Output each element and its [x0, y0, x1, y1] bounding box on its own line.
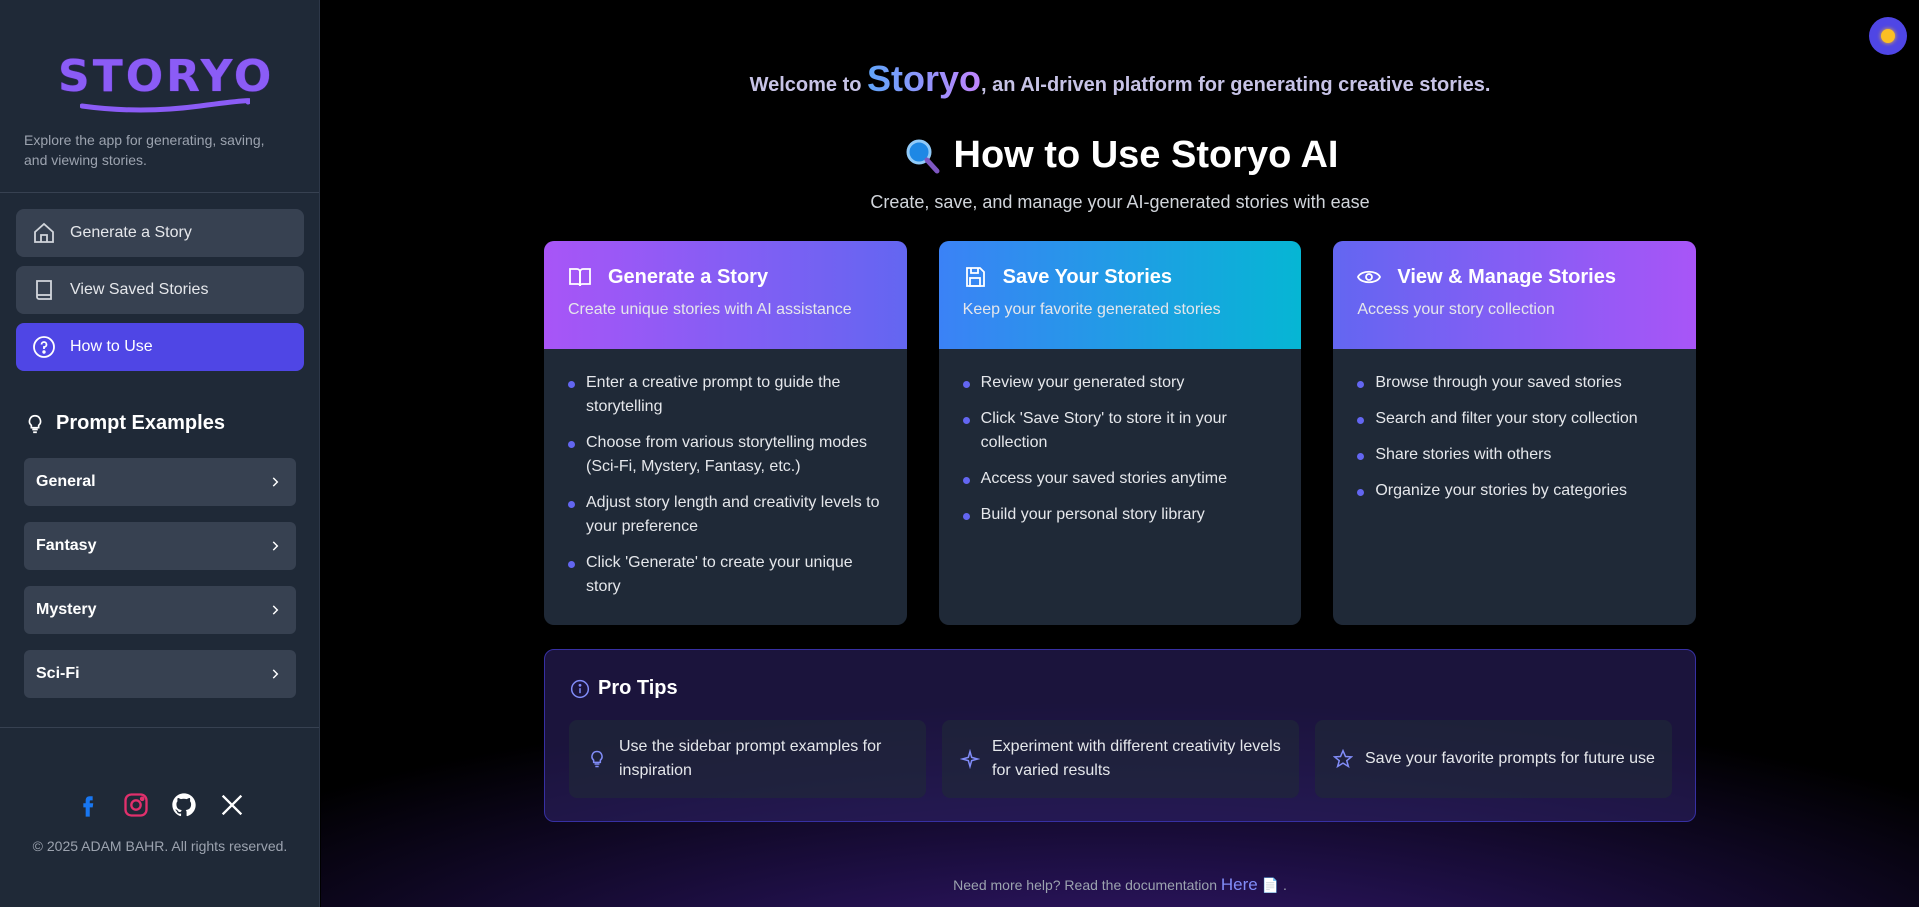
- home-icon: [34, 222, 54, 243]
- list-item: Browse through your saved stories: [1357, 371, 1672, 395]
- nav-generate-story[interactable]: Generate a Story: [16, 209, 304, 257]
- prompt-examples-title: Prompt Examples: [24, 412, 225, 435]
- chevron-right-icon: [272, 605, 279, 615]
- logo-area: STORYO Explore the app for generating, s…: [0, 0, 319, 170]
- lightbulb-icon: [591, 750, 603, 768]
- star-icon: [1333, 749, 1353, 769]
- chevron-right-icon: [272, 541, 279, 551]
- card-subtitle: Create unique stories with AI assistance: [568, 301, 852, 318]
- card-steps: Review your generated story Click 'Save …: [939, 349, 1302, 527]
- document-icon: 📄: [1261, 877, 1280, 893]
- prompt-example-label: Sci-Fi: [36, 665, 80, 682]
- nav-how-to-use[interactable]: How to Use: [16, 323, 304, 371]
- x-icon[interactable]: [218, 791, 246, 819]
- eye-icon: [1357, 270, 1382, 284]
- tip-card: Save your favorite prompts for future us…: [1315, 720, 1672, 798]
- chevron-right-icon: [272, 669, 279, 679]
- prompt-examples-label: Prompt Examples: [56, 412, 225, 434]
- nav-view-saved-stories[interactable]: View Saved Stories: [16, 266, 304, 314]
- list-item: Access your saved stories anytime: [962, 467, 1278, 491]
- pro-tips-label: Pro Tips: [598, 677, 678, 699]
- nav-label: View Saved Stories: [70, 281, 209, 298]
- nav-label: Generate a Story: [70, 224, 192, 241]
- list-item: Build your personal story library: [962, 503, 1278, 527]
- prompt-example-general[interactable]: General: [24, 458, 296, 506]
- list-item: Review your generated story: [962, 371, 1278, 395]
- open-book-icon: [569, 268, 591, 287]
- pro-tips: Pro Tips Use the sidebar prompt examples…: [544, 649, 1696, 822]
- magnifier-icon: [906, 139, 940, 173]
- card-steps: Browse through your saved stories Search…: [1333, 349, 1696, 503]
- github-icon[interactable]: [170, 791, 198, 819]
- prompt-example-label: Mystery: [36, 601, 97, 618]
- prompt-example-fantasy[interactable]: Fantasy: [24, 522, 296, 570]
- tip-text: Experiment with different creativity lev…: [992, 738, 1281, 779]
- list-item: Organize your stories by categories: [1357, 479, 1672, 503]
- prompt-example-label: Fantasy: [36, 537, 97, 554]
- save-icon: [965, 267, 985, 287]
- list-item: Click 'Save Story' to store it in your c…: [962, 407, 1278, 455]
- sidebar-tagline: Explore the app for generating, saving, …: [24, 132, 265, 168]
- card-header: View & Manage Stories Access your story …: [1333, 241, 1697, 349]
- card-title: View & Manage Stories: [1397, 265, 1616, 288]
- welcome-banner: Welcome to Storyo, an AI-driven platform…: [321, 58, 1919, 100]
- howto-cards: Generate a Story Create unique stories w…: [544, 241, 1697, 625]
- pro-tips-title: Pro Tips: [570, 677, 678, 700]
- card-subtitle: Access your story collection: [1357, 301, 1555, 318]
- card-header: Save Your Stories Keep your favorite gen…: [938, 241, 1302, 349]
- tip-card: Use the sidebar prompt examples for insp…: [569, 720, 926, 798]
- list-item: Share stories with others: [1357, 443, 1672, 467]
- card-steps: Enter a creative prompt to guide the sto…: [544, 349, 907, 599]
- list-item: Enter a creative prompt to guide the sto…: [568, 371, 883, 419]
- help-circle-icon: [33, 336, 55, 358]
- sidebar-divider: [0, 727, 319, 728]
- card-title: Generate a Story: [608, 265, 769, 288]
- prompt-example-mystery[interactable]: Mystery: [24, 586, 296, 634]
- sidebar-nav: Generate a Story View Saved Stories How …: [16, 209, 304, 380]
- page-title-text: How to Use Storyo AI: [953, 134, 1339, 176]
- instagram-icon[interactable]: [122, 791, 150, 819]
- page-title: How to Use Storyo AI: [321, 134, 1919, 177]
- footer-help: Need more help? Read the documentation H…: [321, 875, 1919, 895]
- book-icon: [36, 280, 52, 300]
- chevron-right-icon: [272, 477, 279, 487]
- sparkle-icon: [960, 749, 980, 769]
- list-item: Choose from various storytelling modes (…: [568, 431, 883, 479]
- info-icon: [570, 679, 590, 698]
- tip-text: Use the sidebar prompt examples for insp…: [619, 738, 882, 779]
- welcome-suffix: , an AI-driven platform for generating c…: [981, 74, 1491, 96]
- prompt-example-sci-fi[interactable]: Sci-Fi: [24, 650, 296, 698]
- list-item: Click 'Generate' to create your unique s…: [568, 551, 883, 599]
- theme-toggle-button[interactable]: [1869, 17, 1907, 55]
- copyright: © 2025 ADAM BAHR. All rights reserved.: [32, 838, 288, 854]
- welcome-brand: Storyo: [867, 58, 982, 99]
- documentation-link[interactable]: Here: [1221, 875, 1258, 894]
- card-title: Save Your Stories: [1002, 265, 1173, 288]
- social-links: [0, 791, 320, 819]
- list-item: Adjust story length and creativity level…: [568, 491, 883, 539]
- card-subtitle: Keep your favorite generated stories: [962, 301, 1221, 318]
- card-generate-story: Generate a Story Create unique stories w…: [544, 241, 907, 625]
- facebook-icon[interactable]: [74, 791, 102, 819]
- prompt-example-label: General: [36, 473, 96, 490]
- help-text: Need more help? Read the documentation: [953, 877, 1217, 893]
- logo[interactable]: STORYO: [58, 52, 295, 102]
- sidebar: STORYO Explore the app for generating, s…: [0, 0, 320, 907]
- card-view-manage-stories: View & Manage Stories Access your story …: [1333, 241, 1697, 625]
- main-content: Welcome to Storyo, an AI-driven platform…: [321, 0, 1919, 907]
- lightbulb-icon: [28, 414, 42, 433]
- help-suffix: .: [1282, 877, 1287, 893]
- welcome-prefix: Welcome to: [749, 74, 862, 96]
- card-header: Generate a Story Create unique stories w…: [544, 241, 907, 349]
- card-save-stories: Save Your Stories Keep your favorite gen…: [938, 241, 1302, 625]
- nav-label: How to Use: [70, 338, 153, 355]
- sun-icon: [1881, 29, 1895, 43]
- page-subtitle: Create, save, and manage your AI-generat…: [870, 192, 1370, 212]
- tip-card: Experiment with different creativity lev…: [942, 720, 1299, 798]
- tip-text: Save your favorite prompts for future us…: [1365, 750, 1655, 767]
- list-item: Search and filter your story collection: [1357, 407, 1672, 431]
- sidebar-divider: [0, 192, 319, 193]
- prompt-examples-list: General Fantasy Mystery Sci-Fi: [24, 458, 296, 714]
